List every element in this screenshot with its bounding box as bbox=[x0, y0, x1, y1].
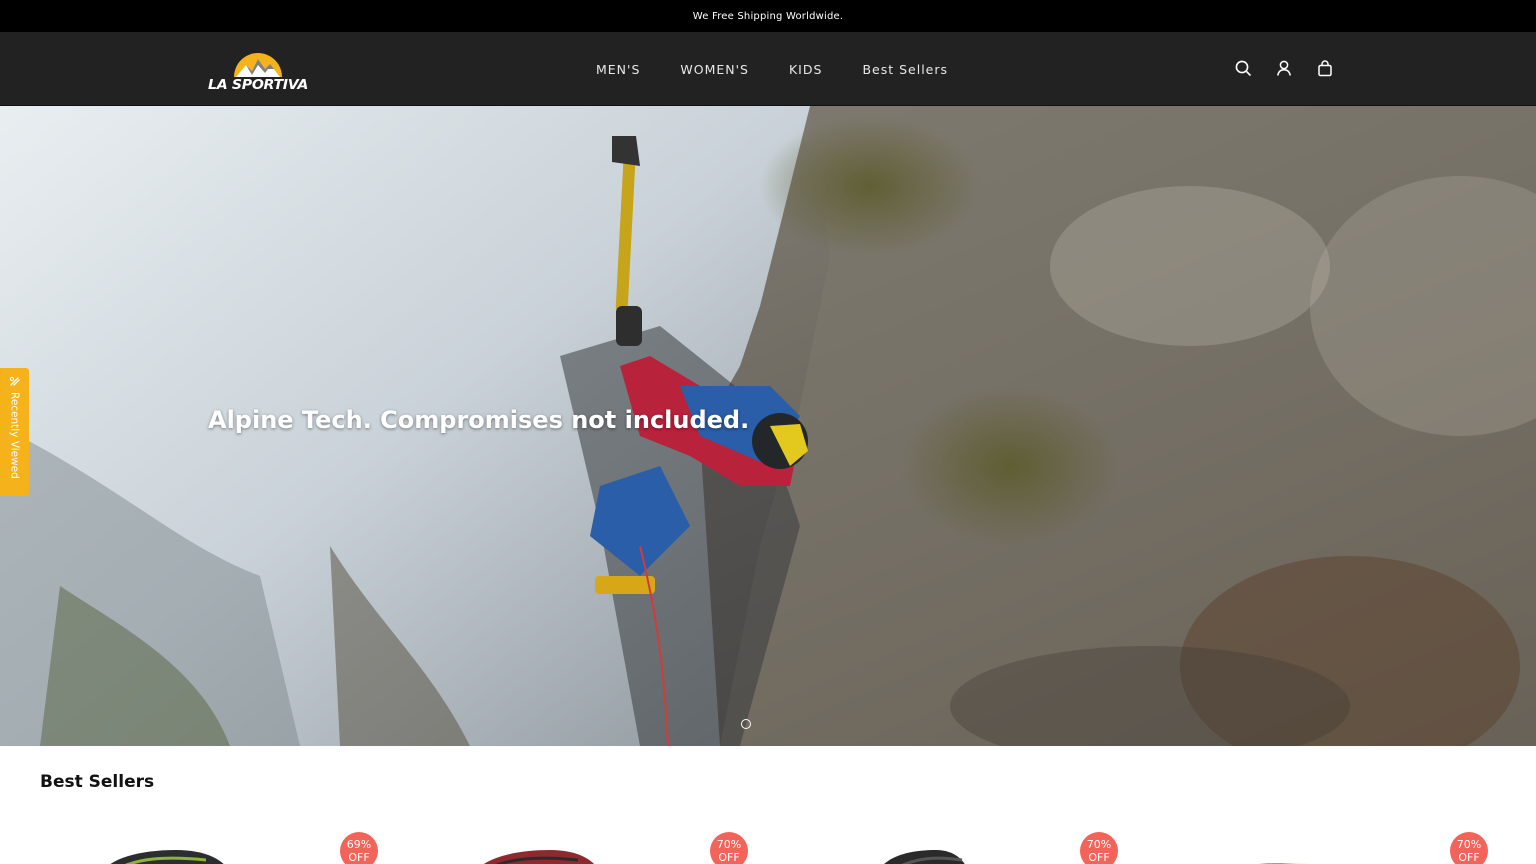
product-card[interactable]: 70% OFF bbox=[410, 820, 770, 864]
discount-word: OFF bbox=[1458, 851, 1480, 864]
best-sellers-title: Best Sellers bbox=[40, 772, 155, 792]
product-image bbox=[483, 850, 594, 864]
cart-icon[interactable] bbox=[1315, 58, 1335, 78]
product-image bbox=[884, 850, 965, 864]
discount-percent: 70% bbox=[1086, 838, 1112, 851]
discount-percent: 70% bbox=[716, 838, 742, 851]
discount-badge: 70% OFF bbox=[1080, 832, 1118, 864]
announcement-text: We Free Shipping Worldwide. bbox=[692, 10, 844, 22]
announcement-bar: We Free Shipping Worldwide. bbox=[0, 0, 1536, 32]
recently-viewed-label: Recently Viewed bbox=[8, 392, 21, 479]
site-header: LA SPORTIVA MEN'S WOMEN'S KIDS Best Sell… bbox=[0, 32, 1536, 106]
search-icon[interactable] bbox=[1233, 58, 1253, 78]
header-icons bbox=[1233, 58, 1335, 78]
discount-word: OFF bbox=[1088, 851, 1110, 864]
hero-banner[interactable]: Alpine Tech. Compromises not included. bbox=[0, 106, 1536, 746]
discount-percent: 70% bbox=[1456, 838, 1482, 851]
nav-item-womens[interactable]: WOMEN'S bbox=[680, 62, 749, 77]
discount-word: OFF bbox=[348, 851, 370, 864]
recently-viewed-tab[interactable]: Recently Viewed bbox=[0, 368, 29, 496]
nav-item-best-sellers[interactable]: Best Sellers bbox=[862, 62, 948, 77]
nav-item-mens[interactable]: MEN'S bbox=[596, 62, 640, 77]
nav-item-kids[interactable]: KIDS bbox=[789, 62, 822, 77]
discount-badge: 70% OFF bbox=[710, 832, 748, 864]
hero-title: Alpine Tech. Compromises not included. bbox=[208, 406, 750, 434]
product-card[interactable]: 70% OFF bbox=[780, 820, 1140, 864]
product-grid: 69% OFF 70% OFF 70% OFF 70% OFF bbox=[0, 820, 1536, 864]
discount-badge: 70% OFF bbox=[1450, 832, 1488, 864]
brand-logo[interactable]: LA SPORTIVA bbox=[208, 47, 308, 93]
product-image bbox=[1260, 863, 1308, 864]
product-card[interactable]: 70% OFF bbox=[1150, 820, 1510, 864]
svg-text:LA SPORTIVA: LA SPORTIVA bbox=[208, 78, 308, 91]
discount-word: OFF bbox=[718, 851, 740, 864]
discount-percent: 69% bbox=[346, 838, 372, 851]
eye-icon bbox=[9, 376, 20, 386]
slide-indicator-dot[interactable] bbox=[741, 719, 751, 729]
discount-badge: 69% OFF bbox=[340, 832, 378, 864]
product-card[interactable]: 69% OFF bbox=[40, 820, 400, 864]
account-icon[interactable] bbox=[1274, 58, 1294, 78]
product-image bbox=[110, 850, 224, 864]
